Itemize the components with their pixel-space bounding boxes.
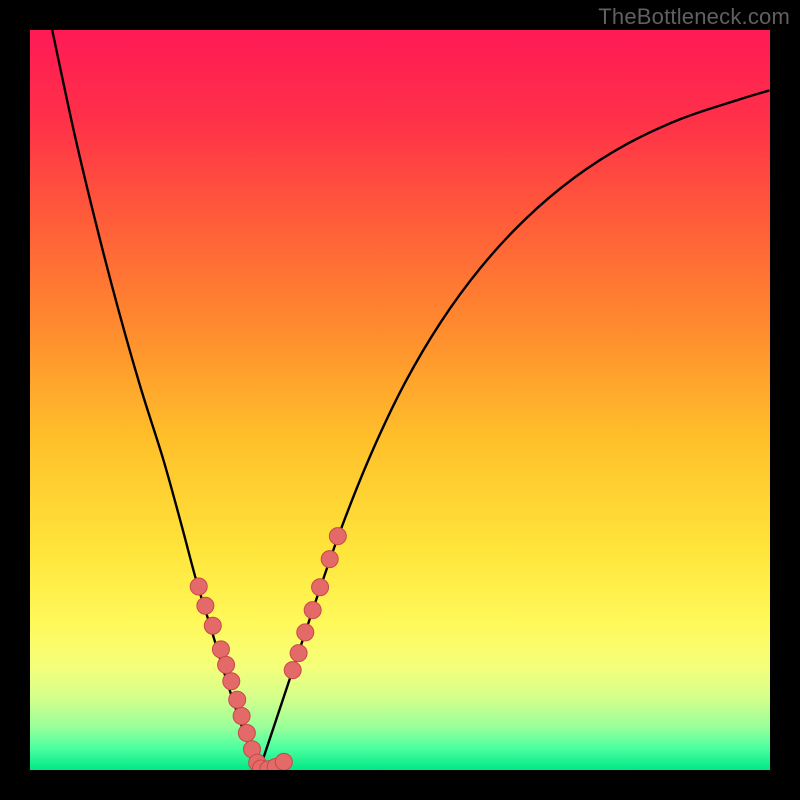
marker-right-cluster — [312, 579, 329, 596]
marker-left-cluster — [190, 578, 207, 595]
marker-bottom-cluster — [275, 753, 292, 770]
marker-left-cluster — [218, 656, 235, 673]
marker-left-cluster — [238, 725, 255, 742]
marker-left-cluster — [204, 617, 221, 634]
data-markers — [190, 528, 346, 770]
marker-left-cluster — [233, 707, 250, 724]
marker-right-cluster — [321, 551, 338, 568]
marker-right-cluster — [329, 528, 346, 545]
marker-right-cluster — [284, 662, 301, 679]
marker-left-cluster — [212, 641, 229, 658]
curve-right-branch — [259, 91, 768, 770]
plot-area — [30, 30, 770, 770]
marker-right-cluster — [304, 602, 321, 619]
marker-right-cluster — [297, 624, 314, 641]
chart-svg — [30, 30, 770, 770]
marker-left-cluster — [223, 673, 240, 690]
outer-frame: TheBottleneck.com — [0, 0, 800, 800]
marker-left-cluster — [229, 691, 246, 708]
marker-right-cluster — [290, 645, 307, 662]
marker-left-cluster — [197, 597, 214, 614]
watermark-text: TheBottleneck.com — [598, 4, 790, 30]
